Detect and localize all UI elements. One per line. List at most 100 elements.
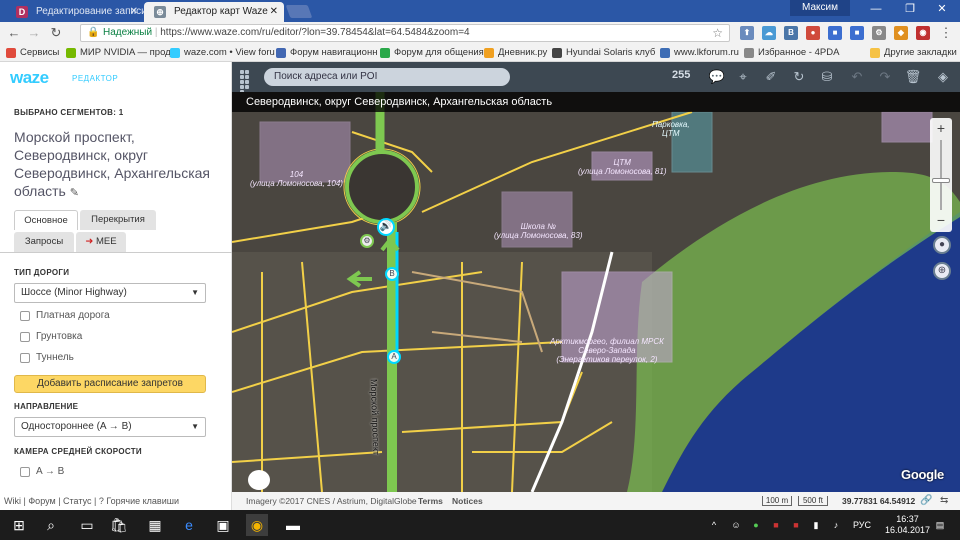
road-draw-icon[interactable]: ✐: [762, 68, 780, 86]
photos-icon[interactable]: ▣: [212, 514, 234, 536]
speed-camera-checkbox[interactable]: A → B: [20, 466, 64, 478]
terminal-icon[interactable]: ▬: [282, 514, 304, 536]
bookmark-item[interactable]: Форум для общения: [380, 46, 484, 60]
chat-bubble-icon[interactable]: [248, 470, 270, 490]
windows-start-icon[interactable]: ⊞: [8, 514, 30, 536]
trash-icon[interactable]: 🗑: [904, 68, 922, 86]
bookmark-item[interactable]: Форум навигационн: [276, 46, 377, 60]
url-input[interactable]: 🔒 Надежный | https://www.waze.com/ru/edi…: [80, 24, 730, 42]
zoom-out-icon[interactable]: −: [930, 210, 952, 230]
forward-icon[interactable]: →: [26, 25, 42, 41]
bookmark-item[interactable]: www.lkforum.ru: [660, 46, 739, 60]
clock[interactable]: 16:37 16.04.2017: [885, 514, 930, 536]
toll-road-checkbox[interactable]: Платная дорога: [20, 310, 110, 322]
wiki-link[interactable]: Wiki: [4, 496, 21, 506]
hotkeys-link[interactable]: Горячие клавиши: [106, 496, 179, 506]
tray-icon[interactable]: ☺: [730, 519, 742, 531]
apps-grid-icon[interactable]: [240, 70, 254, 94]
map-canvas[interactable]: 104 (улица Ломоносова, 104) ЦТМ (улица Л…: [232, 92, 960, 492]
zoom-in-icon[interactable]: +: [930, 118, 952, 138]
volume-icon[interactable]: ♪: [830, 519, 842, 531]
bookmark-label: www.lkforum.ru: [674, 47, 739, 58]
new-tab-button[interactable]: [285, 5, 313, 18]
extension-icon[interactable]: ⚙: [872, 26, 886, 40]
extension-icon[interactable]: ●: [806, 26, 820, 40]
tray-icon[interactable]: ●: [750, 519, 762, 531]
window-close-icon[interactable]: ✕: [926, 0, 958, 18]
tab-mee[interactable]: ➜ MEE: [76, 232, 126, 252]
reload-icon[interactable]: ↻: [48, 25, 64, 41]
roundabout-icon[interactable]: ↻: [790, 68, 808, 86]
tab-closures[interactable]: Перекрытия: [80, 210, 156, 230]
permalink-icon[interactable]: 🔗: [920, 492, 932, 510]
edge-icon[interactable]: e: [178, 514, 200, 536]
notifications-icon[interactable]: ▤: [934, 519, 946, 531]
bookmark-item[interactable]: waze.com • View foru: [170, 46, 275, 60]
pencil-icon[interactable]: ✎: [70, 187, 79, 199]
language-indicator[interactable]: РУС: [850, 519, 874, 531]
bookmark-item[interactable]: Hyundai Solaris клуб: [552, 46, 655, 60]
bookmark-item[interactable]: Избранное - 4PDA: [744, 46, 839, 60]
permalink-icon[interactable]: ⇆: [940, 492, 948, 510]
extension-icon[interactable]: ☁: [762, 26, 776, 40]
network-icon[interactable]: ▮: [810, 519, 822, 531]
node-b[interactable]: B: [385, 267, 399, 281]
redo-icon[interactable]: ↷: [876, 68, 894, 86]
terms-link[interactable]: Terms: [418, 492, 443, 510]
store-icon[interactable]: 🛍: [108, 514, 130, 536]
checkbox-box: [20, 353, 30, 363]
minimize-icon[interactable]: —: [860, 0, 892, 18]
waze-logo[interactable]: waze: [10, 68, 49, 88]
status-link[interactable]: Статус: [63, 496, 91, 506]
close-icon[interactable]: ✕: [130, 2, 138, 22]
menu-icon[interactable]: ⋮: [938, 25, 954, 41]
place-icon[interactable]: ⌖: [734, 68, 752, 86]
task-view-icon[interactable]: ▭: [76, 514, 98, 536]
calculator-icon[interactable]: ▦: [144, 514, 166, 536]
search-input[interactable]: Поиск адреса или POI: [264, 68, 510, 86]
notices-link[interactable]: Notices: [452, 492, 483, 510]
tray-icon[interactable]: ■: [790, 519, 802, 531]
toggle-layer-icon[interactable]: ●: [933, 236, 951, 254]
zoom-track[interactable]: [940, 140, 942, 210]
speaker-icon[interactable]: 🔊: [377, 218, 395, 236]
node-a[interactable]: A: [387, 350, 401, 364]
bookmark-item[interactable]: Другие закладки: [870, 46, 957, 60]
locate-icon[interactable]: ⊕: [933, 262, 951, 280]
search-icon[interactable]: ⌕: [40, 514, 62, 536]
zoom-slider-handle[interactable]: [932, 178, 950, 183]
vk-icon[interactable]: B: [784, 26, 798, 40]
tray-arrow-icon[interactable]: ^: [708, 519, 720, 531]
maximize-icon[interactable]: ❐: [894, 0, 926, 18]
bookmark-item[interactable]: МИР NVIDIA — прод: [66, 46, 171, 60]
bookmark-item[interactable]: Сервисы: [6, 46, 59, 60]
extension-icon[interactable]: ◆: [894, 26, 908, 40]
extension-icon[interactable]: ◉: [916, 26, 930, 40]
tab-requests[interactable]: Запросы: [14, 232, 74, 252]
back-icon[interactable]: ←: [6, 25, 22, 41]
extension-icon[interactable]: ■: [828, 26, 842, 40]
bookmark-item[interactable]: Дневник.ру: [484, 46, 547, 60]
direction-select[interactable]: Одностороннее (A → B) ▼: [14, 417, 206, 437]
tab-edit-post[interactable]: D Редактирование записи ✕: [6, 2, 144, 22]
close-icon[interactable]: ✕: [270, 2, 278, 22]
forum-link[interactable]: Форум: [28, 496, 55, 506]
extension-icon[interactable]: ■: [850, 26, 864, 40]
road-type-select[interactable]: Шоссе (Minor Highway) ▼: [14, 283, 206, 303]
chrome-icon[interactable]: ◉: [246, 514, 268, 536]
add-closure-schedule-button[interactable]: Добавить расписание запретов: [14, 375, 206, 393]
tray-icon[interactable]: ■: [770, 519, 782, 531]
bookmark-star-icon[interactable]: ☆: [712, 25, 723, 41]
tunnel-checkbox[interactable]: Туннель: [20, 352, 74, 364]
save-icon[interactable]: ⛁: [818, 68, 836, 86]
profile-button[interactable]: Максим: [790, 0, 850, 16]
tab-waze-editor[interactable]: ⊕ Редактор карт Waze ✕: [144, 2, 284, 22]
tab-mee-label: MEE: [96, 236, 117, 247]
unpaved-checkbox[interactable]: Грунтовка: [20, 331, 82, 343]
tab-general[interactable]: Основное: [14, 210, 78, 230]
gear-icon[interactable]: ⚙: [360, 234, 374, 248]
layers-icon[interactable]: ◈: [934, 68, 952, 86]
extension-icon[interactable]: ⬆: [740, 26, 754, 40]
chat-icon[interactable]: 💬: [708, 68, 726, 86]
undo-icon[interactable]: ↶: [848, 68, 866, 86]
